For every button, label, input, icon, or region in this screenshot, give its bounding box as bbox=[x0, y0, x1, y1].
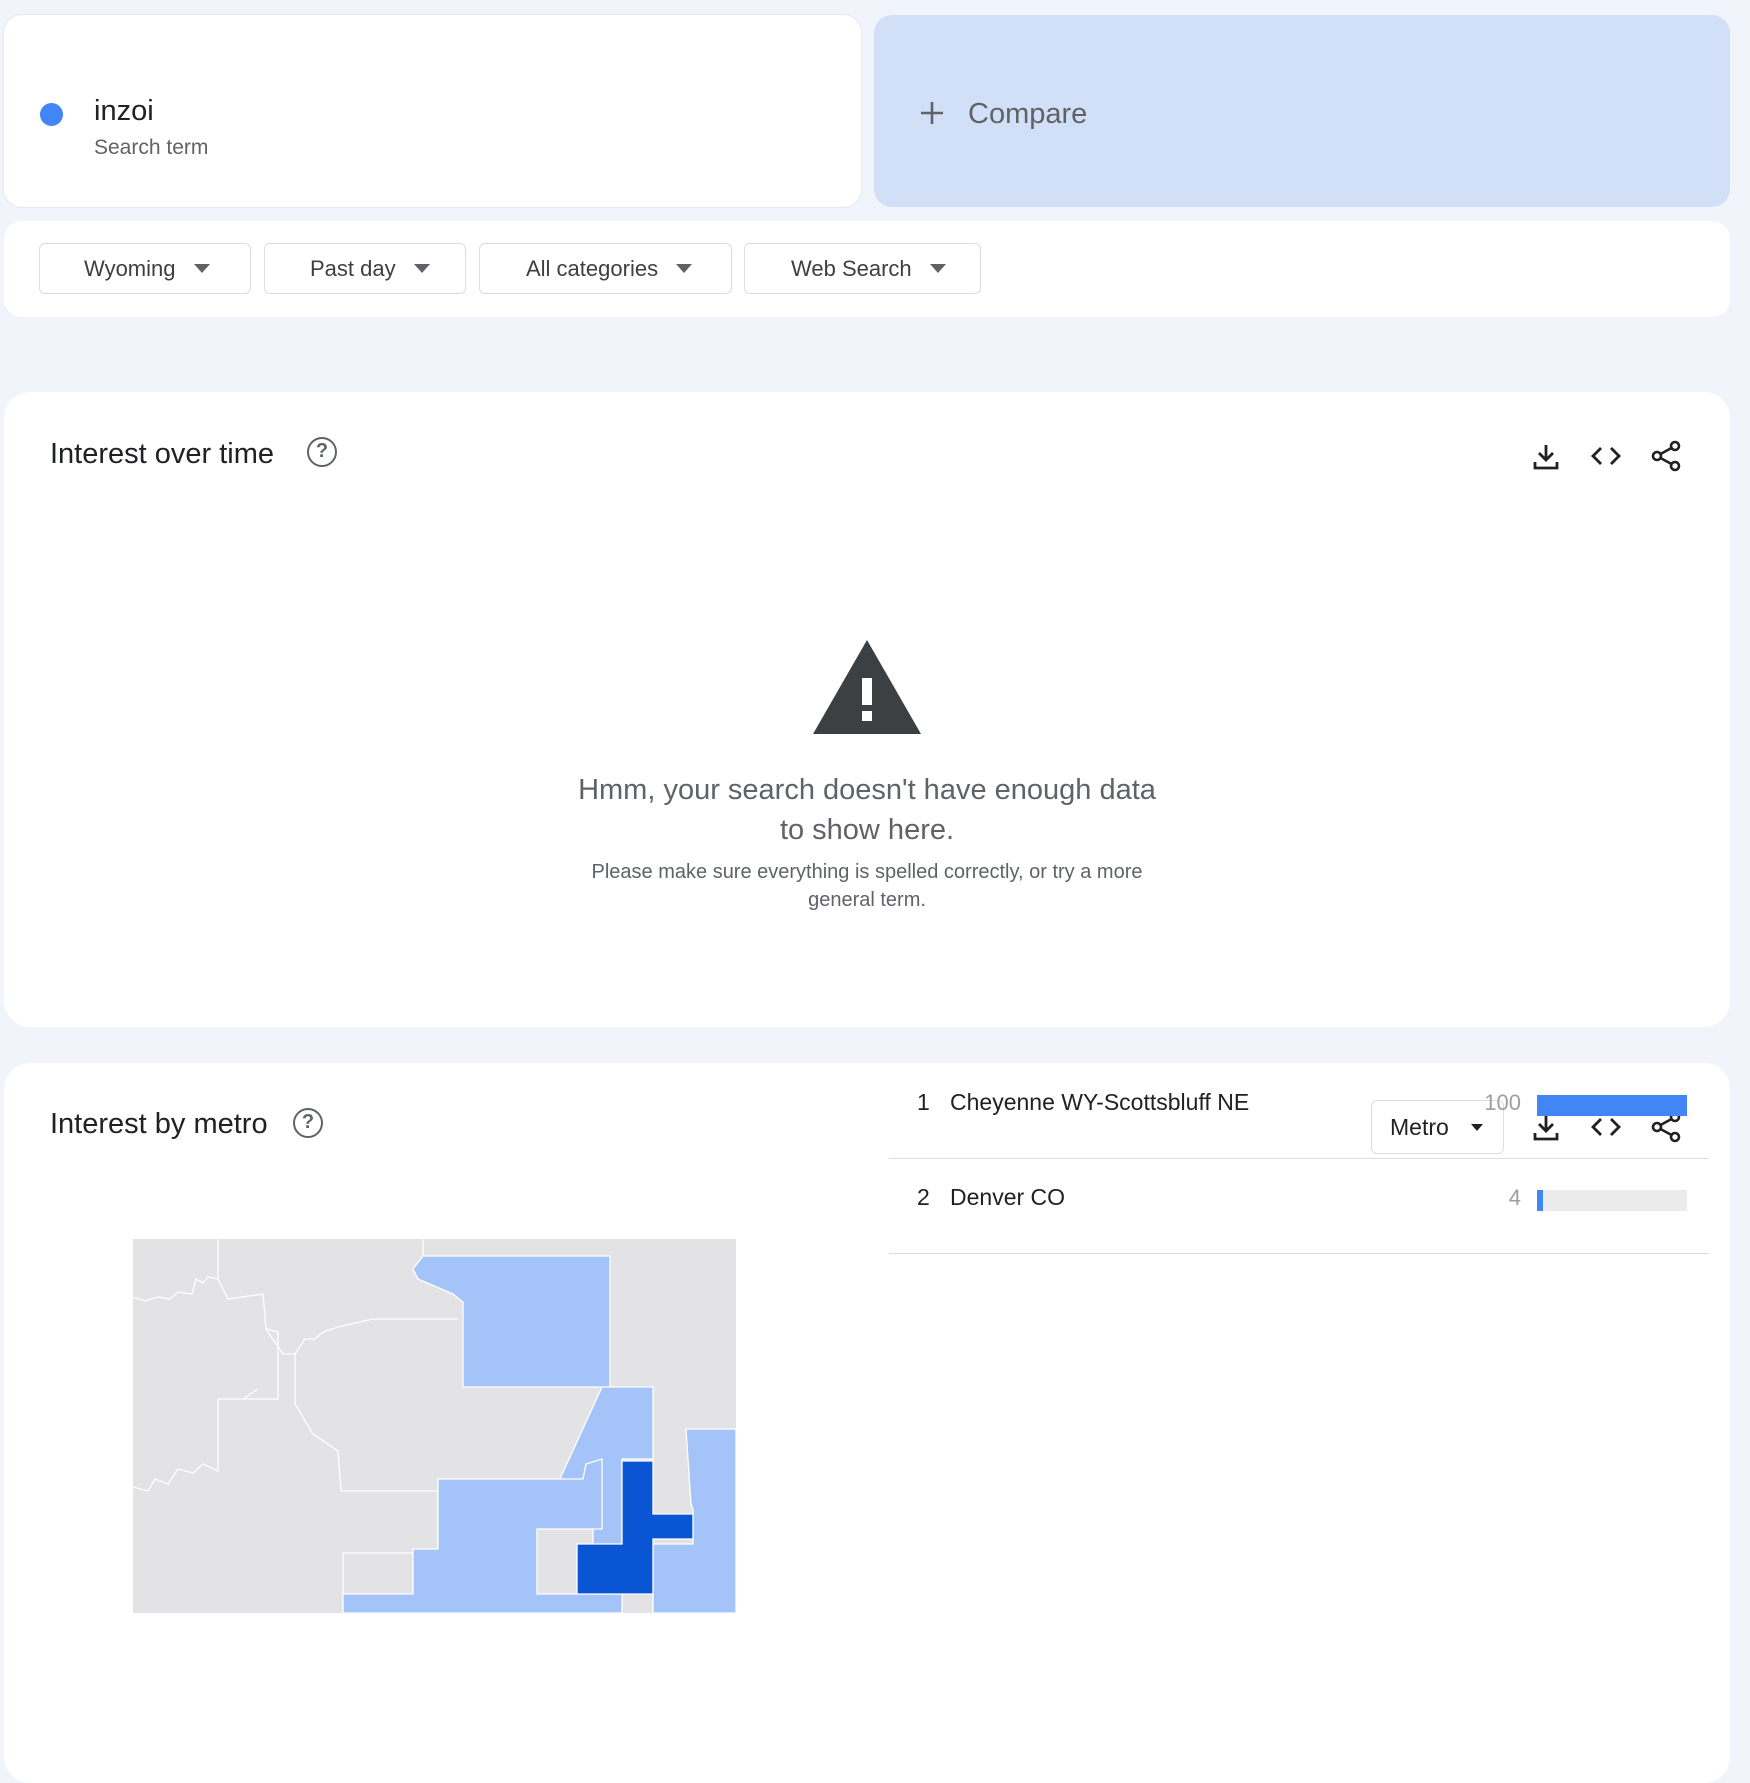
metro-map[interactable] bbox=[133, 1239, 736, 1613]
share-icon[interactable] bbox=[1648, 438, 1684, 474]
metro-rank: 1 bbox=[917, 1089, 930, 1115]
metro-name: Cheyenne WY-Scottsbluff NE bbox=[950, 1089, 1250, 1115]
help-icon[interactable]: ? bbox=[307, 437, 337, 467]
metro-rank: 2 bbox=[917, 1184, 930, 1210]
dropdown-arrow-icon bbox=[929, 264, 946, 273]
metro-bar-fill bbox=[1537, 1190, 1543, 1211]
metro-list-item[interactable]: 1 Cheyenne WY-Scottsbluff NE 100 bbox=[889, 1064, 1709, 1159]
metro-bar-fill bbox=[1537, 1095, 1687, 1116]
embed-code-icon[interactable] bbox=[1588, 438, 1624, 474]
filter-bar: Wyoming Past day All categories Web Sear… bbox=[4, 221, 1730, 317]
dropdown-arrow-icon bbox=[193, 264, 210, 273]
filter-time-label: Past day bbox=[310, 255, 396, 281]
filter-region-label: Wyoming bbox=[84, 255, 176, 281]
search-term-subtitle: Search term bbox=[94, 136, 209, 159]
interest-over-time-card: Interest over time ? Hmm, your search do… bbox=[4, 392, 1730, 1027]
search-term-card[interactable]: inzoi Search term bbox=[4, 15, 861, 207]
term-color-dot bbox=[40, 103, 63, 126]
compare-button[interactable]: Compare bbox=[874, 15, 1730, 207]
metro-value: 100 bbox=[1484, 1090, 1521, 1115]
help-icon[interactable]: ? bbox=[293, 1108, 323, 1138]
dropdown-arrow-icon bbox=[413, 264, 430, 273]
filter-region-dropdown[interactable]: Wyoming bbox=[39, 243, 251, 294]
filter-time-dropdown[interactable]: Past day bbox=[264, 243, 466, 294]
interest-over-time-title: Interest over time bbox=[50, 438, 275, 470]
plus-icon bbox=[921, 102, 943, 124]
no-data-message: Hmm, your search doesn't have enough dat… bbox=[578, 774, 1156, 846]
search-term-name[interactable]: inzoi bbox=[94, 95, 154, 128]
warning-icon bbox=[813, 640, 921, 734]
metro-name: Denver CO bbox=[950, 1184, 1066, 1210]
filter-search-type-label: Web Search bbox=[791, 255, 912, 281]
download-icon[interactable] bbox=[1528, 438, 1564, 474]
filter-category-dropdown[interactable]: All categories bbox=[479, 243, 732, 294]
no-data-hint: Please make sure everything is spelled c… bbox=[591, 861, 1143, 911]
interest-by-metro-card: Interest by metro ? Metro 1 Cheyenne WY-… bbox=[4, 1063, 1730, 1783]
compare-label: Compare bbox=[968, 98, 1088, 130]
metro-bar-track bbox=[1537, 1095, 1687, 1116]
metro-value: 4 bbox=[1508, 1185, 1521, 1210]
dropdown-arrow-icon bbox=[676, 264, 693, 273]
metro-bar-track bbox=[1537, 1190, 1687, 1211]
filter-search-type-dropdown[interactable]: Web Search bbox=[744, 243, 981, 294]
metro-list-item[interactable]: 2 Denver CO 4 bbox=[889, 1159, 1709, 1254]
interest-by-metro-title: Interest by metro bbox=[50, 1108, 268, 1140]
filter-category-label: All categories bbox=[526, 255, 659, 281]
